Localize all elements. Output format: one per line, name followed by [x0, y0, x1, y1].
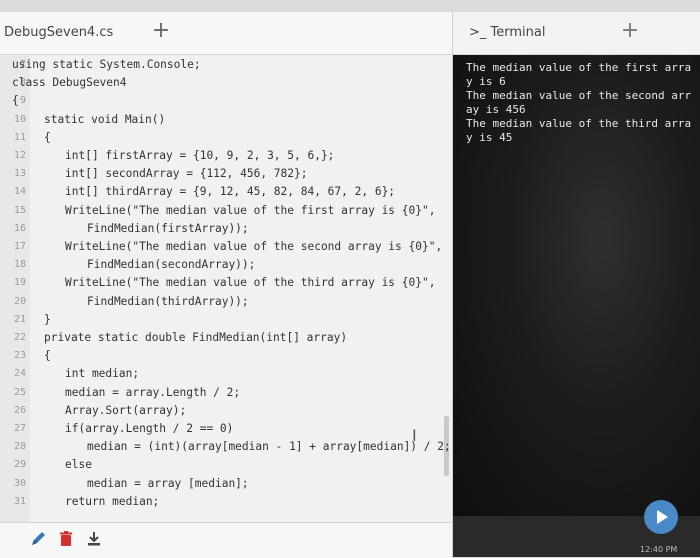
code-text: FindMedian(thirdArray));: [87, 294, 249, 308]
trash-icon[interactable]: [56, 529, 76, 549]
code-line[interactable]: 11 {: [0, 129, 452, 147]
add-file-button[interactable]: +: [148, 16, 174, 46]
code-line[interactable]: 8 class DebugSeven4: [0, 74, 452, 92]
code-text: using static System.Console;: [12, 58, 201, 71]
play-button[interactable]: [644, 500, 678, 534]
code-line[interactable]: 22 private static double FindMedian(int[]…: [0, 329, 452, 347]
terminal-line: y is 6: [466, 75, 506, 88]
code-line[interactable]: 9{: [0, 92, 452, 110]
code-text: {: [44, 349, 51, 363]
code-text: else: [65, 458, 92, 472]
code-text: {: [12, 94, 19, 108]
line-number: 17: [13, 241, 26, 252]
code-line[interactable]: 24 int median;: [0, 365, 452, 383]
terminal-line: ay is 456: [466, 103, 526, 116]
editor-pane: DebugSeven4.cs + I 7 using static System.…: [0, 12, 453, 558]
clock-text: 12:40 PM: [640, 545, 678, 554]
code-text: WriteLine("The median value of the first…: [65, 203, 436, 217]
code-text: private static double FindMedian(int[] a…: [44, 331, 348, 344]
code-line[interactable]: 14 int[] thirdArray = {9, 12, 45, 82, 84,…: [0, 183, 452, 201]
code-line[interactable]: 27 if(array.Length / 2 == 0): [0, 420, 452, 438]
line-number: 21: [13, 313, 26, 325]
code-text: return median;: [65, 494, 160, 508]
code-line[interactable]: 16 FindMedian(firstArray));: [0, 220, 452, 238]
code-line[interactable]: 17 WriteLine("The median value of the sec…: [0, 238, 452, 256]
code-line[interactable]: 29 else: [0, 456, 452, 474]
line-number: 12: [13, 150, 26, 161]
code-text: WriteLine("The median value of the secon…: [65, 240, 443, 253]
line-number: 26: [13, 404, 26, 416]
code-line[interactable]: 15 WriteLine("The median value of the fir…: [0, 202, 452, 220]
code-text: class DebugSeven4: [12, 76, 127, 90]
pencil-icon[interactable]: [28, 529, 48, 549]
download-icon[interactable]: [84, 529, 104, 549]
code-text: {: [44, 130, 51, 144]
code-text: FindMedian(firstArray));: [87, 221, 249, 235]
code-line[interactable]: 18 FindMedian(secondArray));: [0, 256, 452, 274]
line-number: 28: [13, 441, 26, 453]
code-text: int[] firstArray = {10, 9, 2, 3, 5, 6,};: [65, 149, 335, 162]
terminal-line: The median value of the second arr: [466, 89, 692, 102]
code-text: if(array.Length / 2 == 0): [65, 422, 234, 435]
line-number: 16: [13, 222, 26, 234]
line-number: 30: [13, 477, 26, 489]
code-text: }: [44, 312, 51, 326]
code-editor[interactable]: I 7 using static System.Console; 8 class De…: [0, 56, 452, 526]
line-number: 20: [13, 295, 26, 307]
line-number: 13: [13, 168, 26, 180]
code-text: int median;: [65, 367, 140, 381]
line-number: 31: [13, 495, 26, 507]
code-line[interactable]: 30 median = array [median];: [0, 475, 452, 493]
code-text: median = (int)(array[median - 1] + array…: [87, 440, 451, 454]
line-number: 24: [13, 368, 26, 380]
code-text: Array.Sort(array);: [65, 403, 187, 417]
code-text: WriteLine("The median value of the third…: [65, 276, 436, 290]
code-text: int[] secondArray = {112, 456, 782};: [65, 167, 308, 181]
code-line[interactable]: 21}: [0, 311, 452, 329]
line-number: 14: [13, 186, 26, 198]
terminal-tab-title[interactable]: >_ Terminal: [469, 25, 545, 40]
line-number: 10: [13, 113, 26, 125]
code-line[interactable]: 26 Array.Sort(array);: [0, 402, 452, 420]
code-line[interactable]: 23 {: [0, 347, 452, 365]
code-text: int[] thirdArray = {9, 12, 45, 82, 84, 6…: [65, 185, 396, 199]
editor-tab-bar: DebugSeven4.cs +: [0, 12, 452, 55]
code-line[interactable]: 10 static void Main(): [0, 111, 452, 129]
line-number: 29: [13, 459, 26, 471]
terminal-output[interactable]: The median value of the first arra y is 6…: [453, 55, 700, 516]
code-line[interactable]: 12 int[] firstArray = {10, 9, 2, 3, 5, 6,…: [0, 147, 452, 165]
line-number: 27: [13, 423, 26, 434]
line-number: 25: [13, 386, 26, 398]
code-line[interactable]: 20 FindMedian(thirdArray));: [0, 293, 452, 311]
code-text: median = array [median];: [87, 476, 249, 490]
file-tab-name[interactable]: DebugSeven4.cs: [4, 25, 113, 40]
code-text: static void Main(): [44, 112, 166, 126]
code-text: median = array.Length / 2;: [65, 385, 241, 399]
line-number: 18: [13, 259, 26, 271]
play-icon: [657, 510, 668, 524]
add-terminal-button[interactable]: +: [617, 16, 643, 46]
terminal-tab-bar: >_ Terminal +: [453, 12, 700, 55]
line-number: 11: [13, 131, 26, 143]
line-number: 22: [13, 332, 26, 343]
editor-toolbar: [0, 522, 452, 558]
line-number: 19: [13, 277, 26, 289]
code-text: FindMedian(secondArray));: [87, 258, 256, 272]
terminal-line: y is 45: [466, 131, 513, 144]
terminal-line: The median value of the first arra: [466, 61, 692, 74]
terminal-line: The median value of the third arra: [466, 117, 692, 130]
code-line[interactable]: 19 WriteLine("The median value of the thi…: [0, 274, 452, 292]
code-line[interactable]: 28 median = (int)(array[median - 1] + arr…: [0, 438, 452, 456]
code-line[interactable]: 31 return median;: [0, 493, 452, 511]
code-line[interactable]: 7 using static System.Console;: [0, 56, 452, 74]
line-number: 15: [13, 204, 26, 216]
line-number: 23: [13, 350, 26, 362]
code-line[interactable]: 13 int[] secondArray = {112, 456, 782};: [0, 165, 452, 183]
code-line[interactable]: 25 median = array.Length / 2;: [0, 384, 452, 402]
